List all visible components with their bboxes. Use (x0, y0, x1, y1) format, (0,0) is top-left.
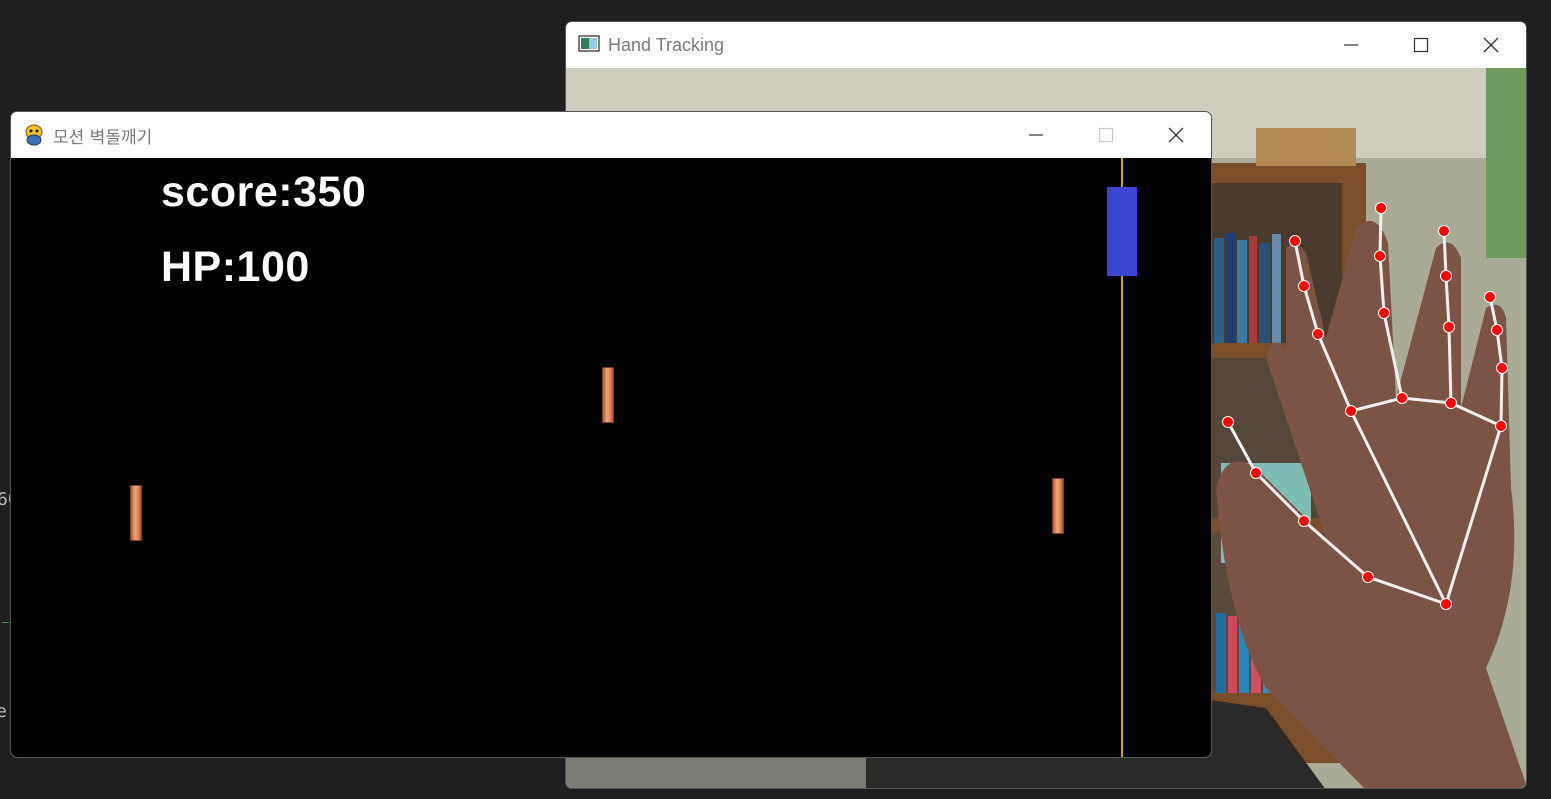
brick (1052, 478, 1064, 534)
brick (602, 367, 614, 423)
brick (130, 485, 142, 541)
opencv-window-icon (578, 34, 600, 56)
minimize-icon (1343, 37, 1359, 53)
close-button[interactable] (1456, 22, 1526, 68)
maximize-button[interactable] (1071, 112, 1141, 158)
game-titlebar[interactable]: 모션 벽돌깨기 (11, 112, 1211, 158)
close-button[interactable] (1141, 112, 1211, 158)
hp-label: HP:100 (161, 243, 310, 291)
maximize-icon (1413, 37, 1429, 53)
paddle (1107, 187, 1137, 276)
window-title: 모션 벽돌깨기 (53, 127, 153, 148)
game-window[interactable]: 모션 벽돌깨기 score:350 HP:100 (10, 111, 1212, 758)
minimize-icon (1028, 127, 1044, 143)
window-title: Hand Tracking (608, 34, 725, 55)
close-icon (1168, 127, 1184, 143)
close-icon (1483, 37, 1499, 53)
hand-tracking-titlebar[interactable]: Hand Tracking (566, 22, 1526, 68)
minimize-button[interactable] (1316, 22, 1386, 68)
minimize-button[interactable] (1001, 112, 1071, 158)
game-canvas[interactable]: score:350 HP:100 (11, 158, 1211, 757)
editor-fragment: – (2, 615, 10, 629)
pygame-snake-icon (23, 124, 45, 146)
score-label: score:350 (161, 168, 367, 216)
maximize-button[interactable] (1386, 22, 1456, 68)
maximize-icon (1098, 127, 1114, 143)
